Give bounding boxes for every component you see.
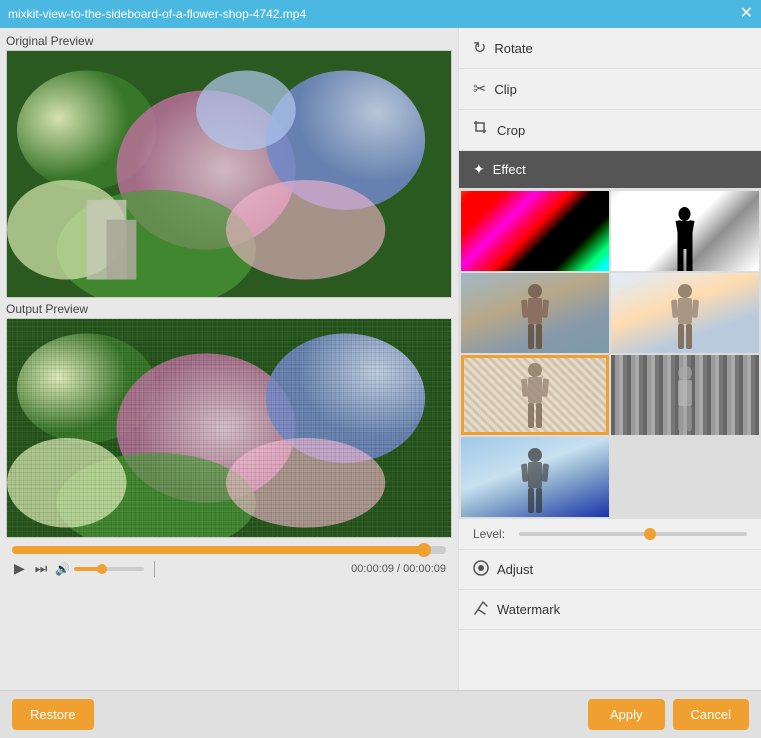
effect-thumb-3[interactable] <box>611 273 759 353</box>
effect-thumb-6[interactable] <box>461 437 609 517</box>
adjust-icon <box>473 560 489 579</box>
right-panel: ↻ Rotate ✂ Clip Crop <box>458 28 761 690</box>
effect-thumb-5[interactable] <box>611 355 759 435</box>
right-content: ↻ Rotate ✂ Clip Crop <box>459 28 761 690</box>
effect-thumb-4[interactable] <box>461 355 609 435</box>
sidebar-item-watermark[interactable]: Watermark <box>459 590 761 630</box>
sidebar-item-effect[interactable]: ✦ Effect <box>459 151 761 189</box>
level-row: Level: <box>459 519 761 550</box>
play-button[interactable]: ▶ <box>12 560 27 577</box>
output-preview-label: Output Preview <box>6 302 452 316</box>
sidebar-item-crop[interactable]: Crop <box>459 110 761 151</box>
volume-area: 🔊 <box>55 562 144 576</box>
volume-bar[interactable] <box>74 567 144 571</box>
volume-icon: 🔊 <box>55 562 70 576</box>
output-svg <box>7 319 451 537</box>
sidebar-item-rotate[interactable]: ↻ Rotate <box>459 28 761 69</box>
level-track[interactable] <box>519 532 747 536</box>
progress-fill <box>12 546 424 554</box>
bottom-bar: Restore Apply Cancel <box>0 690 761 738</box>
crop-icon <box>473 120 489 140</box>
controls-row: ▶ ⏭ 🔊 00:00:09 / 00:00:09 <box>12 560 446 577</box>
playback-area: ▶ ⏭ 🔊 00:00:09 / 00:00:09 <box>6 542 452 581</box>
original-preview-section: Original Preview <box>6 34 452 298</box>
close-button[interactable]: ✕ <box>740 6 753 22</box>
sidebar-item-clip[interactable]: ✂ Clip <box>459 69 761 110</box>
progress-bar[interactable] <box>12 546 446 554</box>
sidebar-item-adjust[interactable]: Adjust <box>459 550 761 590</box>
divider <box>154 561 155 577</box>
volume-thumb[interactable] <box>97 564 107 574</box>
total-time: 00:00:09 <box>403 563 446 575</box>
title-bar: mixkit-view-to-the-sideboard-of-a-flower… <box>0 0 761 28</box>
crop-label: Crop <box>497 123 525 138</box>
time-display: 00:00:09 / 00:00:09 <box>351 563 446 575</box>
output-preview-section: Output Preview <box>6 302 452 538</box>
original-canvas <box>7 51 451 297</box>
restore-button[interactable]: Restore <box>12 699 94 730</box>
effect-icon: ✦ <box>473 161 485 178</box>
effect-thumb-1[interactable] <box>611 191 759 271</box>
effect-thumb-0[interactable] <box>461 191 609 271</box>
clip-label: Clip <box>494 82 516 97</box>
adjust-label: Adjust <box>497 562 533 577</box>
output-preview-image <box>6 318 452 538</box>
original-svg <box>7 51 451 297</box>
effect-thumb-2[interactable] <box>461 273 609 353</box>
clip-icon: ✂ <box>473 79 486 99</box>
skip-button[interactable]: ⏭ <box>33 560 50 577</box>
level-label: Level: <box>473 527 511 541</box>
left-panel: Original Preview <box>0 28 458 690</box>
rotate-label: Rotate <box>494 41 532 56</box>
level-thumb[interactable] <box>644 528 656 540</box>
apply-button[interactable]: Apply <box>588 699 665 730</box>
rotate-icon: ↻ <box>473 38 486 58</box>
original-preview-image <box>6 50 452 298</box>
cancel-button[interactable]: Cancel <box>673 699 749 730</box>
output-canvas <box>7 319 451 537</box>
watermark-label: Watermark <box>497 602 560 617</box>
main-area: Original Preview <box>0 28 761 690</box>
original-preview-label: Original Preview <box>6 34 452 48</box>
current-time: 00:00:09 <box>351 563 394 575</box>
action-buttons: Apply Cancel <box>588 699 749 730</box>
effect-label: Effect <box>493 162 526 177</box>
progress-thumb[interactable] <box>417 543 431 557</box>
window-title: mixkit-view-to-the-sideboard-of-a-flower… <box>8 7 306 21</box>
effect-grid <box>459 189 761 519</box>
right-panel-inner: ↻ Rotate ✂ Clip Crop <box>459 28 761 690</box>
watermark-icon <box>473 600 489 619</box>
